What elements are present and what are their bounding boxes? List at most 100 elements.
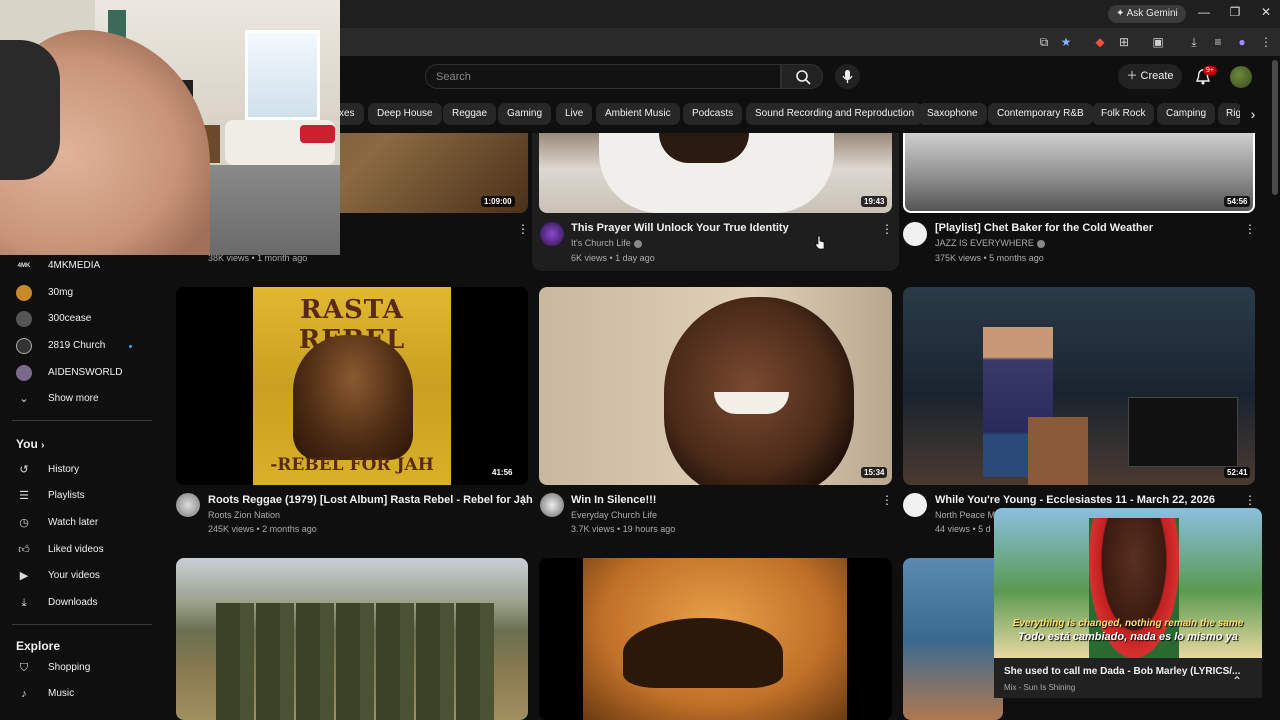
video-title[interactable]: Win In Silence!!!: [571, 494, 656, 506]
channel-name[interactable]: It's Church Life: [571, 238, 642, 248]
miniplayer[interactable]: Everything is changed, nothing remain th…: [994, 508, 1262, 698]
search-button[interactable]: [781, 64, 823, 89]
verified-icon: [1036, 239, 1045, 248]
channel-name-label: It's Church Life: [571, 238, 631, 248]
miniplayer-video[interactable]: Everything is changed, nothing remain th…: [994, 508, 1262, 658]
download-icon[interactable]: ⤓: [1186, 34, 1202, 50]
history-icon: ↺: [19, 464, 29, 476]
restore-button[interactable]: ❐: [1225, 5, 1245, 19]
album-subtitle-text: -REBEL FOR JAH: [270, 455, 434, 475]
channel-name-label: JAZZ IS EVERYWHERE: [935, 238, 1034, 248]
duration-badge: 52:41: [1224, 467, 1251, 478]
chip-podcasts[interactable]: Podcasts: [683, 103, 743, 125]
bookmark-star-icon[interactable]: ★: [1058, 34, 1074, 50]
you-heading[interactable]: You ›: [16, 437, 44, 451]
more-options-icon[interactable]: ⋮: [881, 493, 893, 507]
video-thumbnail[interactable]: [176, 558, 528, 720]
cursor-hand-icon: [815, 235, 825, 250]
chip-contemporary-rnb[interactable]: Contemporary R&B: [988, 103, 1093, 125]
chevron-right-icon[interactable]: ›: [1240, 103, 1266, 125]
video-title[interactable]: While You're Young - Ecclesiastes 11 - M…: [935, 494, 1215, 506]
thumb-desert: [583, 558, 847, 720]
video-title[interactable]: Roots Reggae (1979) [Lost Album] Rasta R…: [208, 494, 533, 506]
extension-icon[interactable]: ◆: [1092, 34, 1108, 50]
sidebar-sub-label: 2819 Church: [48, 340, 106, 351]
lyric-spanish: Todo está cambiado, nada es lo mismo ya: [1018, 631, 1238, 643]
like-icon: 👍︎: [18, 544, 30, 556]
video-thumbnail[interactable]: [539, 287, 892, 485]
chip-camping[interactable]: Camping: [1157, 103, 1216, 125]
search-input[interactable]: [426, 65, 780, 88]
channel-name[interactable]: North Peace M: [935, 510, 995, 520]
duration-badge: 19:43: [861, 196, 888, 207]
chip-ambient-music[interactable]: Ambient Music: [596, 103, 680, 125]
chip-live[interactable]: Live: [556, 103, 593, 125]
chevron-right-icon: ›: [41, 440, 45, 451]
video-meta: 375K views • 5 months ago: [935, 253, 1044, 263]
miniplayer-title[interactable]: She used to call me Dada - Bob Marley (L…: [1004, 666, 1240, 677]
more-options-icon[interactable]: ⋮: [517, 493, 529, 507]
channel-avatar[interactable]: [176, 493, 200, 517]
account-avatar[interactable]: [1230, 66, 1252, 88]
page-scrollbar[interactable]: [1272, 60, 1278, 195]
browser-menu-icon[interactable]: ⋮: [1258, 34, 1274, 50]
new-content-dot: [129, 345, 132, 348]
chip-sound-recording[interactable]: Sound Recording and Reproduction: [746, 103, 923, 125]
minimize-button[interactable]: —: [1194, 5, 1214, 19]
more-options-icon[interactable]: ⋮: [1244, 493, 1256, 507]
channel-avatar[interactable]: [540, 493, 564, 517]
chip-right[interactable]: Righ: [1218, 103, 1242, 125]
duration-badge: 15:34: [861, 467, 888, 478]
channel-name[interactable]: JAZZ IS EVERYWHERE: [935, 238, 1045, 248]
sidebar-sub-label: 30mg: [48, 287, 74, 298]
voice-search-button[interactable]: [835, 64, 860, 89]
lyric-english: Everything is changed, nothing remain th…: [1012, 618, 1244, 629]
chevron-up-icon[interactable]: ⌃: [1232, 674, 1242, 688]
video-thumbnail[interactable]: RASTA REBEL -REBEL FOR JAH: [176, 287, 528, 485]
extensions-puzzle-icon[interactable]: ⊞: [1116, 34, 1132, 50]
channel-avatar-icon: [16, 365, 32, 381]
sidebar-item-label: Shopping: [48, 662, 91, 673]
video-title[interactable]: [Playlist] Chet Baker for the Cold Weath…: [935, 222, 1153, 234]
channel-name[interactable]: Everyday Church Life: [571, 510, 657, 520]
more-options-icon[interactable]: ⋮: [1244, 222, 1256, 236]
thumb-face: [664, 297, 854, 485]
channel-avatar[interactable]: [903, 222, 927, 246]
sidebar-item-label: Liked videos: [48, 544, 104, 555]
video-thumbnail[interactable]: [539, 558, 892, 720]
ask-gemini-button[interactable]: ✦ Ask Gemini: [1108, 5, 1186, 23]
sidebar-item-label: Playlists: [48, 490, 85, 501]
chip-reggae[interactable]: Reggae: [443, 103, 497, 125]
tab-search-icon[interactable]: ▣: [1150, 34, 1166, 50]
chip-gaming[interactable]: Gaming: [498, 103, 552, 125]
channel-name[interactable]: Roots Zion Nation: [208, 510, 280, 520]
profile-icon[interactable]: ●: [1234, 34, 1250, 50]
video-thumbnail[interactable]: [903, 558, 1003, 720]
chip-folk-rock[interactable]: Folk Rock: [1092, 103, 1155, 125]
create-button[interactable]: ＋ Create: [1118, 64, 1182, 89]
sidebar-sub-label: 300cease: [48, 313, 92, 324]
more-options-icon[interactable]: ⋮: [517, 222, 529, 236]
reading-list-icon[interactable]: ≡: [1210, 34, 1226, 50]
video-thumbnail[interactable]: [903, 133, 1255, 213]
video-thumbnail[interactable]: [539, 133, 892, 213]
cast-icon[interactable]: ⧉: [1036, 34, 1052, 50]
close-window-button[interactable]: ✕: [1256, 5, 1276, 19]
sidebar-item-label: Downloads: [48, 597, 98, 608]
channel-avatar[interactable]: [903, 493, 927, 517]
chip-saxophone[interactable]: Saxophone: [918, 103, 987, 125]
sidebar-sub-label: AIDENSWORLD: [48, 367, 123, 378]
channel-avatar[interactable]: [540, 222, 564, 246]
chip-deep-house[interactable]: Deep House: [368, 103, 442, 125]
video-title[interactable]: This Prayer Will Unlock Your True Identi…: [571, 222, 789, 234]
video-thumbnail[interactable]: [903, 287, 1255, 485]
channel-avatar-icon: [16, 285, 32, 301]
thumb-smile: [714, 392, 789, 414]
album-cover: RASTA REBEL -REBEL FOR JAH: [253, 287, 451, 485]
more-options-icon[interactable]: ⋮: [881, 222, 893, 236]
miniplayer-subtitle: Mix - Sun Is Shining: [1004, 683, 1076, 692]
you-heading-label: You: [16, 437, 38, 451]
music-icon: ♪: [21, 688, 27, 700]
webcam-overlay: [0, 0, 340, 255]
search-box[interactable]: [425, 64, 781, 89]
